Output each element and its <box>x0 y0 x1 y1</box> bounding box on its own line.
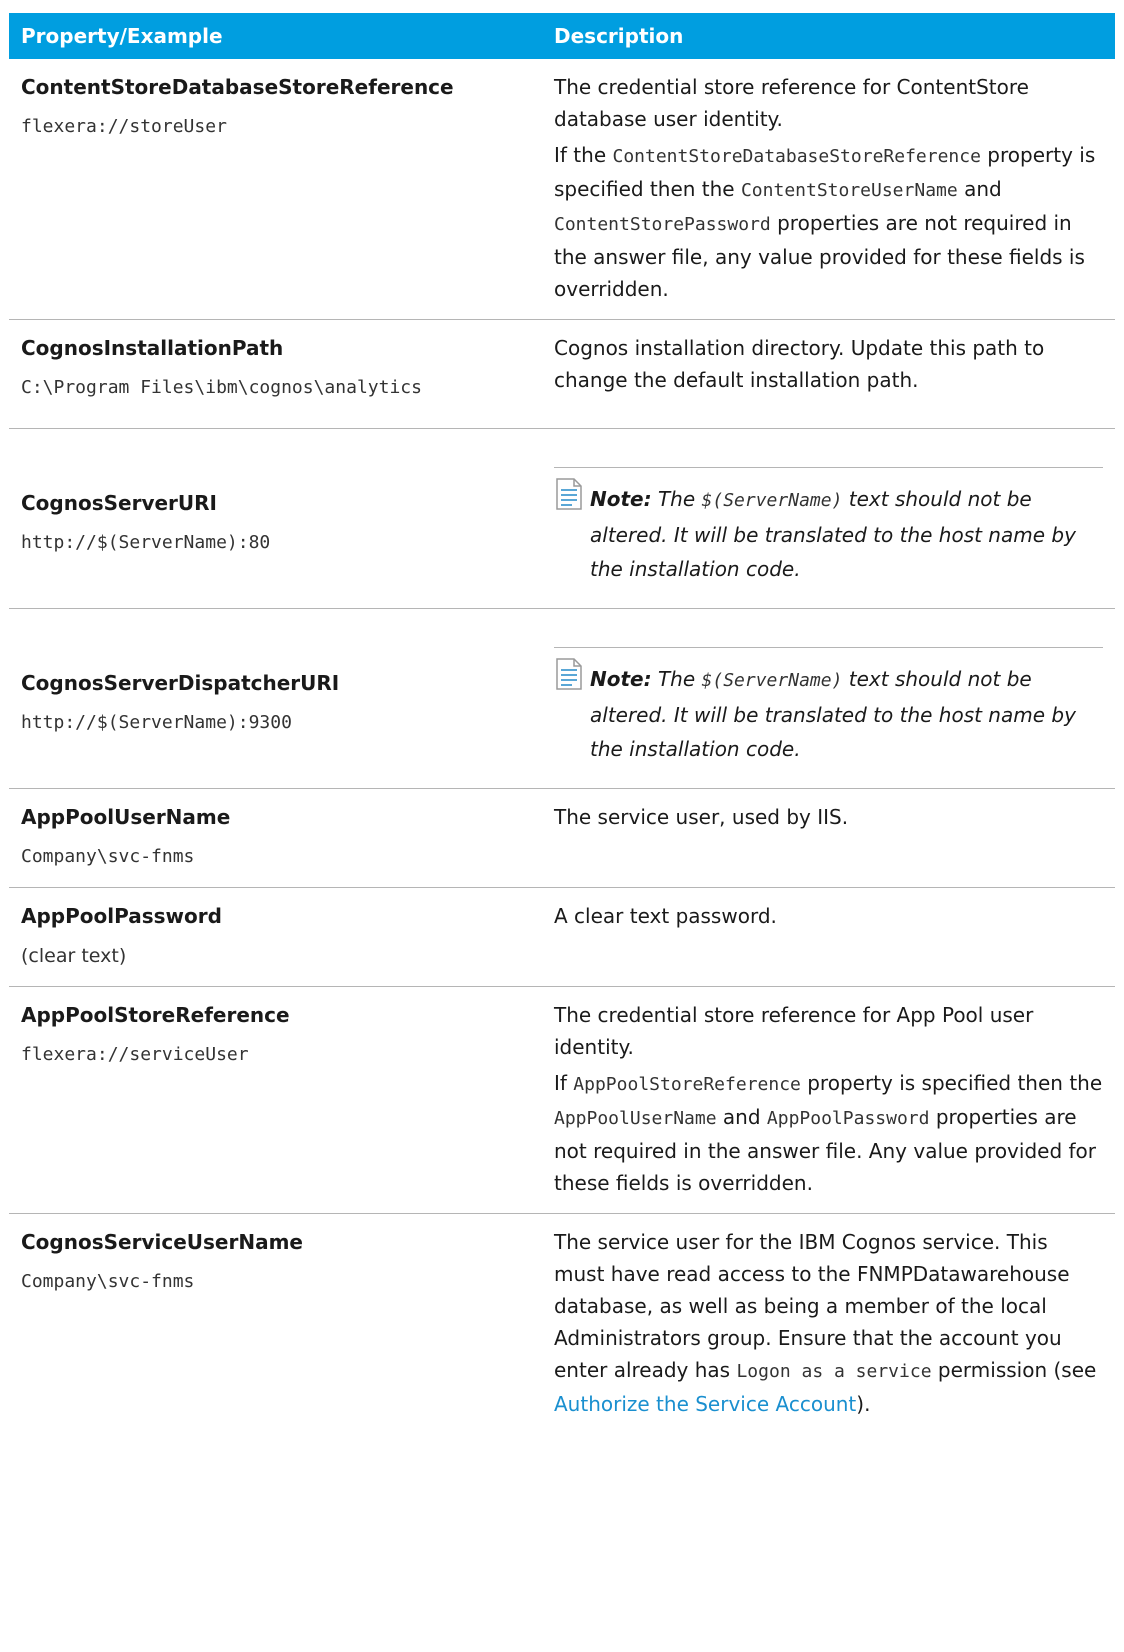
table-row: CognosInstallationPath C:\Program Files\… <box>9 320 1115 429</box>
description-cell: The credential store reference for Conte… <box>542 59 1115 320</box>
description-text: If AppPoolStoreReference property is spe… <box>554 1067 1103 1199</box>
property-name: CognosInstallationPath <box>21 336 284 360</box>
description-cell: The service user for the IBM Cognos serv… <box>542 1214 1115 1435</box>
property-cell: CognosInstallationPath C:\Program Files\… <box>9 320 542 429</box>
authorize-service-account-link[interactable]: Authorize the Service Account <box>554 1392 856 1416</box>
property-cell: CognosServerURI http://$(ServerName):80 <box>9 429 542 609</box>
description-text: The credential store reference for Conte… <box>554 75 1029 131</box>
property-name: CognosServiceUserName <box>21 1230 303 1254</box>
text-fragment: The <box>651 487 702 511</box>
table-row: ContentStoreDatabaseStoreReference flexe… <box>9 59 1115 320</box>
code-fragment: AppPoolPassword <box>766 1108 930 1129</box>
property-cell: CognosServiceUserName Company\svc-fnms <box>9 1214 542 1435</box>
description-text: If the ContentStoreDatabaseStoreReferenc… <box>554 139 1103 305</box>
table-row: AppPoolStoreReference flexera://serviceU… <box>9 987 1115 1214</box>
note-box: Note: The $(ServerName) text should not … <box>554 467 1103 586</box>
property-cell: AppPoolPassword (clear text) <box>9 888 542 987</box>
property-name: ContentStoreDatabaseStoreReference <box>21 75 454 99</box>
description-cell: A clear text password. <box>542 888 1115 987</box>
description-text: A clear text password. <box>554 904 777 928</box>
text-fragment: property is specified then the <box>800 1071 1103 1095</box>
table-row: CognosServiceUserName Company\svc-fnms T… <box>9 1214 1115 1435</box>
table-row: CognosServerURI http://$(ServerName):80 <box>9 429 1115 609</box>
note-label: Note: <box>590 487 652 511</box>
text-fragment: The <box>651 667 702 691</box>
table-row: CognosServerDispatcherURI http://$(Serve… <box>9 609 1115 789</box>
property-name: CognosServerURI <box>21 491 217 515</box>
text-fragment: If the <box>554 143 613 167</box>
property-cell: CognosServerDispatcherURI http://$(Serve… <box>9 609 542 789</box>
table-header-row: Property/Example Description <box>9 13 1115 59</box>
code-fragment: ContentStorePassword <box>554 214 771 235</box>
description-cell: The credential store reference for App P… <box>542 987 1115 1214</box>
property-example: C:\Program Files\ibm\cognos\analytics <box>21 377 422 398</box>
property-example: Company\svc-fnms <box>21 846 195 867</box>
code-fragment: AppPoolUserName <box>554 1108 717 1129</box>
page: Property/Example Description ContentStor… <box>0 0 1124 1652</box>
property-example: (clear text) <box>21 945 127 967</box>
description-text: The credential store reference for App P… <box>554 1003 1034 1059</box>
property-example: http://$(ServerName):80 <box>21 532 271 553</box>
text-fragment: and <box>957 177 1002 201</box>
note-box: Note: The $(ServerName) text should not … <box>554 647 1103 766</box>
property-example: flexera://storeUser <box>21 116 227 137</box>
description-text: Cognos installation directory. Update th… <box>554 336 1045 392</box>
property-cell: AppPoolStoreReference flexera://serviceU… <box>9 987 542 1214</box>
properties-table: Property/Example Description ContentStor… <box>9 13 1115 1434</box>
property-cell: AppPoolUserName Company\svc-fnms <box>9 789 542 888</box>
header-description: Description <box>542 13 1115 59</box>
description-cell: Note: The $(ServerName) text should not … <box>542 429 1115 609</box>
property-cell: ContentStoreDatabaseStoreReference flexe… <box>9 59 542 320</box>
header-property-example: Property/Example <box>9 13 542 59</box>
code-fragment: ContentStoreUserName <box>740 180 958 201</box>
description-cell: Note: The $(ServerName) text should not … <box>542 609 1115 789</box>
code-fragment: AppPoolStoreReference <box>573 1074 801 1095</box>
table-row: AppPoolPassword (clear text) A clear tex… <box>9 888 1115 987</box>
code-fragment: $(ServerName) <box>701 670 843 691</box>
text-fragment: and <box>716 1105 767 1129</box>
note-document-icon <box>556 478 582 510</box>
property-name: CognosServerDispatcherURI <box>21 671 340 695</box>
text-fragment: If <box>554 1071 574 1095</box>
note-document-icon <box>556 658 582 690</box>
property-example: Company\svc-fnms <box>21 1271 195 1292</box>
property-name: AppPoolPassword <box>21 904 222 928</box>
table-row: AppPoolUserName Company\svc-fnms The ser… <box>9 789 1115 888</box>
description-text: The service user for the IBM Cognos serv… <box>554 1226 1103 1420</box>
property-example: flexera://serviceUser <box>21 1044 249 1065</box>
code-fragment: ContentStoreDatabaseStoreReference <box>612 146 981 167</box>
property-name: AppPoolStoreReference <box>21 1003 290 1027</box>
note-label: Note: <box>590 667 652 691</box>
description-cell: The service user, used by IIS. <box>542 789 1115 888</box>
text-fragment: permission (see <box>931 1358 1097 1382</box>
code-fragment: $(ServerName) <box>701 490 843 511</box>
description-text: The service user, used by IIS. <box>554 805 849 829</box>
code-fragment: Logon as a service <box>736 1361 932 1382</box>
property-name: AppPoolUserName <box>21 805 231 829</box>
description-cell: Cognos installation directory. Update th… <box>542 320 1115 429</box>
property-example: http://$(ServerName):9300 <box>21 712 292 733</box>
text-fragment: ). <box>856 1392 871 1416</box>
